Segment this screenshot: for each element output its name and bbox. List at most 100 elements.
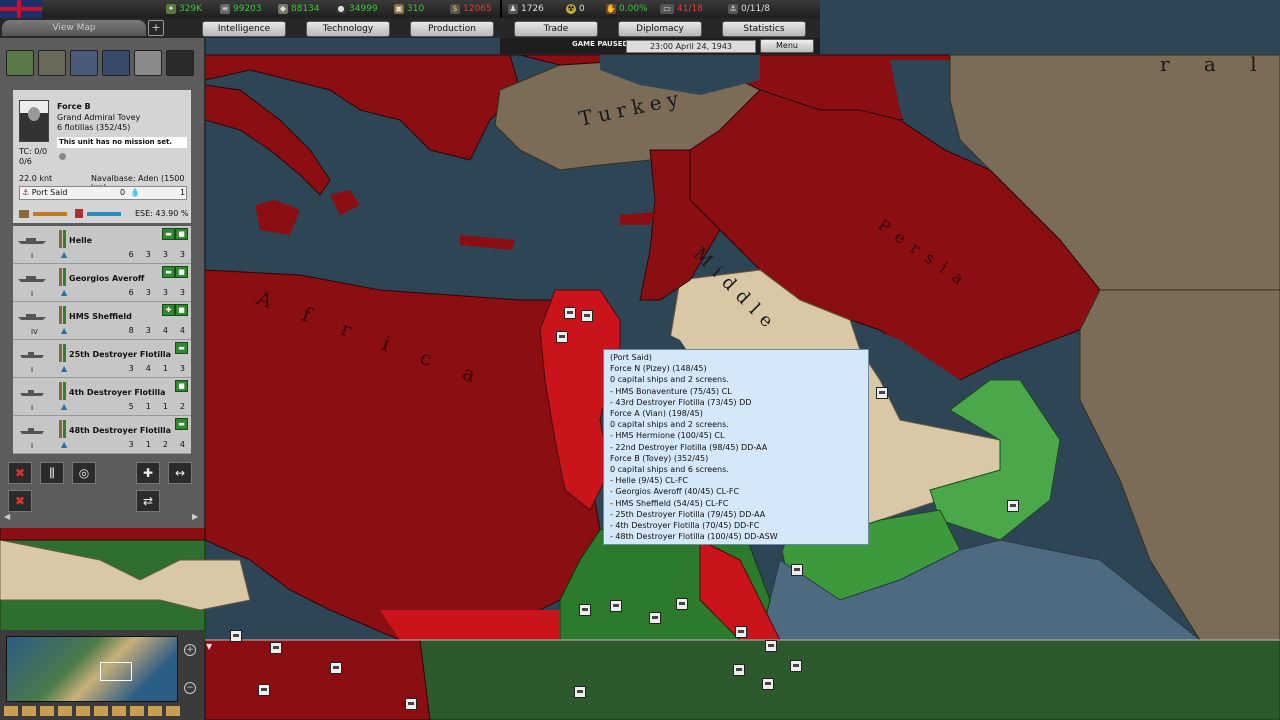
resource-money: $12065	[450, 3, 492, 15]
mapmode-icon[interactable]	[94, 706, 108, 716]
zoom-in-icon[interactable]: +	[184, 644, 196, 656]
ship-row[interactable]: IV ▲ HMS Sheffield ✚ ■ 8344	[13, 302, 191, 340]
unit-counter[interactable]	[791, 564, 803, 576]
ship-row[interactable]: I ▲ 4th Destroyer Flotilla ■ 5112	[13, 378, 191, 416]
mapmode-icon[interactable]	[40, 706, 54, 716]
unit-counter[interactable]	[1007, 500, 1019, 512]
resource-dissent: ✋ 0.00%	[606, 4, 648, 14]
mapmode-icon[interactable]	[112, 706, 126, 716]
country-flag[interactable]	[0, 0, 42, 18]
mapmode-icon[interactable]	[76, 706, 90, 716]
zoom-out-icon[interactable]: −	[184, 682, 196, 694]
map-label-ural: r a l	[1160, 52, 1271, 76]
unit-counter[interactable]	[762, 678, 774, 690]
ship-row[interactable]: I ▲ 25th Destroyer Flotilla ▬ 3413	[13, 340, 191, 378]
mapmode-icon[interactable]	[130, 706, 144, 716]
tooltip-line: Force N (Pizey) (148/45)	[610, 364, 707, 374]
mapmode-icon[interactable]	[22, 706, 36, 716]
commander-portrait[interactable]	[19, 100, 49, 142]
resource-nuclear: ☢ 0	[566, 4, 585, 14]
minimap-view[interactable]	[6, 636, 178, 702]
port-value-1: 0	[120, 188, 126, 197]
unit-counter[interactable]	[735, 626, 747, 638]
transport-icon: ▭	[660, 4, 674, 14]
province-tooltip: (Port Said) Force N (Pizey) (148/45) 0 c…	[603, 349, 869, 545]
mapmode-icon[interactable]	[58, 706, 72, 716]
cruiser-icon	[18, 314, 46, 320]
air-units-button[interactable]	[70, 50, 98, 76]
tooltip-line: 0 capital ships and 6 screens.	[610, 465, 729, 475]
unit-card: Force B Grand Admiral Tovey 6 flotillas …	[13, 90, 191, 223]
ship-rank: I	[31, 442, 34, 450]
unit-counter[interactable]	[733, 664, 745, 676]
ship-row[interactable]: I ▲ Georgios Averoff ▬ ■ 6333	[13, 264, 191, 302]
reorganize-icon[interactable]: ⇄	[136, 490, 160, 512]
tab-production[interactable]: Production	[410, 21, 494, 37]
unit-counter[interactable]	[564, 307, 576, 319]
tab-technology[interactable]: Technology	[306, 21, 390, 37]
expand-arrow-icon[interactable]: ▼	[206, 642, 212, 651]
add-view-button[interactable]: +	[148, 20, 164, 36]
tooltip-line: - 4th Destroyer Flotilla (70/45) DD-FC	[610, 521, 760, 531]
tab-trade[interactable]: Trade	[514, 21, 598, 37]
org-bar	[59, 382, 62, 400]
ship-row[interactable]: I ▲ 48th Destroyer Flotilla ▬ 3124	[13, 416, 191, 454]
mapmode-icon[interactable]	[148, 706, 162, 716]
tooltip-line: - 22nd Destroyer Flotilla (98/45) DD-AA	[610, 442, 768, 452]
ship-rank: IV	[31, 328, 38, 336]
ship-stats: 6333	[128, 288, 185, 297]
status-icon	[59, 153, 66, 160]
tab-diplomacy[interactable]: Diplomacy	[618, 21, 702, 37]
unit-counter[interactable]	[790, 660, 802, 672]
scroll-right-icon[interactable]: ▶	[192, 512, 198, 521]
unit-counter[interactable]	[230, 630, 242, 642]
unit-counter[interactable]	[579, 604, 591, 616]
delete-unit-icon[interactable]: ✖	[8, 490, 32, 512]
unit-counter[interactable]	[876, 387, 888, 399]
unit-counter[interactable]	[676, 598, 688, 610]
unit-counter[interactable]	[258, 684, 270, 696]
ship-list: I ▲ Helle ▬ ■ 6333 I ▲ Georgios Averoff ▬…	[13, 226, 191, 454]
strength-bar	[63, 382, 66, 400]
unit-counter[interactable]	[405, 698, 417, 710]
mapmode-buttons	[4, 706, 200, 716]
resource-escorts: ⚓ 0/11/8	[728, 4, 770, 14]
tab-view-map[interactable]: View Map	[2, 20, 146, 36]
location-box[interactable]: ⚓ Port Said 0 💧 1	[19, 186, 187, 200]
tooltip-line: - 43rd Destroyer Flotilla (73/45) DD	[610, 397, 752, 407]
mapmode-icon[interactable]	[166, 706, 180, 716]
mapmode-icon[interactable]	[4, 706, 18, 716]
attach-icon[interactable]: ✚	[136, 462, 160, 484]
unit-counter[interactable]	[581, 310, 593, 322]
unit-counter[interactable]	[649, 612, 661, 624]
tooltip-line: - HMS Bonaventure (75/45) CL	[610, 386, 732, 396]
nuclear-icon: ☢	[566, 4, 576, 14]
ship-row[interactable]: I ▲ Helle ▬ ■ 6333	[13, 226, 191, 264]
leader-button[interactable]	[134, 50, 162, 76]
split-icon[interactable]: ⫼	[40, 462, 64, 484]
tab-statistics[interactable]: Statistics	[722, 21, 806, 37]
flotilla-count: 6 flotillas (352/45)	[57, 123, 131, 132]
unit-counter[interactable]	[330, 662, 342, 674]
resource-rare-materials: ◆ 88134	[278, 4, 320, 14]
unit-counter[interactable]	[610, 600, 622, 612]
minimap-viewport[interactable]	[100, 662, 132, 681]
unit-counter[interactable]	[556, 331, 568, 343]
options-button[interactable]	[166, 50, 194, 76]
menu-button[interactable]: Menu	[760, 39, 814, 53]
unit-speed: 22.0 knt	[19, 174, 53, 183]
naval-units-button[interactable]	[102, 50, 130, 76]
disband-icon[interactable]: ✖	[8, 462, 32, 484]
commander-name[interactable]: Grand Admiral Tovey	[57, 113, 140, 122]
port-name: Port Said	[31, 188, 68, 197]
minimap[interactable]: + −	[0, 630, 204, 720]
unit-counter[interactable]	[574, 686, 586, 698]
unit-counter[interactable]	[270, 642, 282, 654]
land-units-button[interactable]	[38, 50, 66, 76]
target-icon[interactable]: ◎	[72, 462, 96, 484]
terrain-mapmode-button[interactable]	[6, 50, 34, 76]
scroll-left-icon[interactable]: ◀	[4, 512, 10, 521]
merge-icon[interactable]: ↔	[168, 462, 192, 484]
unit-counter[interactable]	[765, 640, 777, 652]
tab-intelligence[interactable]: Intelligence	[202, 21, 286, 37]
